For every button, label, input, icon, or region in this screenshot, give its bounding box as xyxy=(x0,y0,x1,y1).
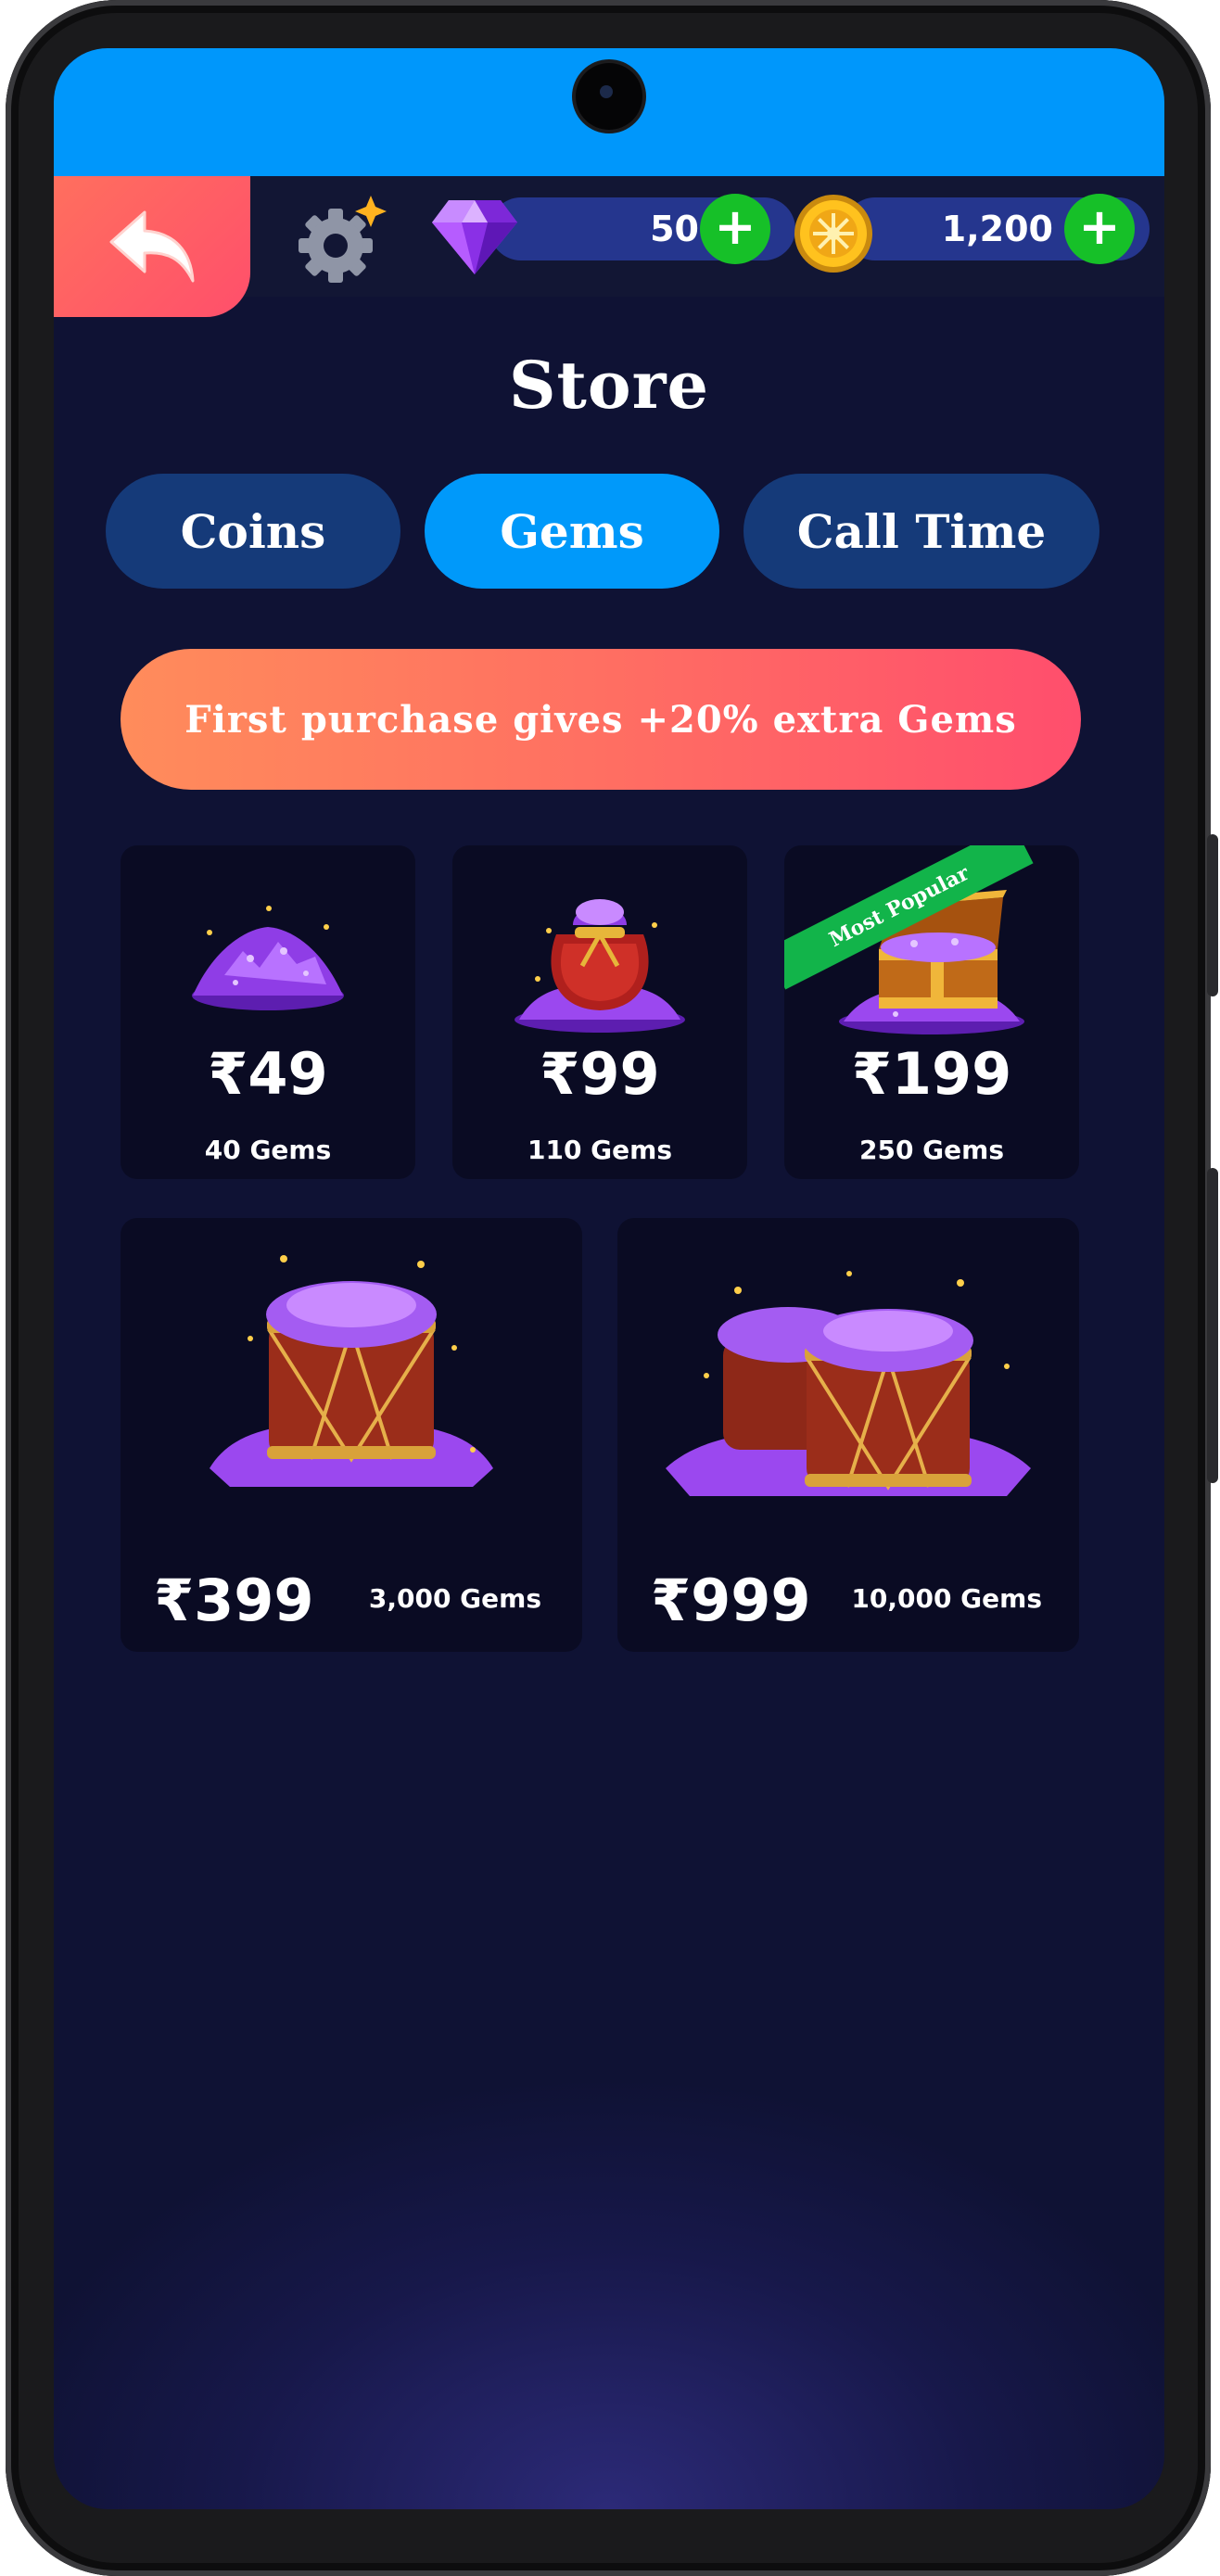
page-title: Store xyxy=(509,347,709,424)
add-gems-button[interactable]: + xyxy=(700,194,770,264)
coins-balance: 1,200 xyxy=(941,209,1053,249)
pack-quantity: 10,000 Gems xyxy=(851,1583,1042,1614)
app-viewport: 50 + 1,200 + Store Coins Gems Call Time … xyxy=(54,48,1164,2509)
pack-quantity: 110 Gems xyxy=(527,1135,672,1165)
back-arrow-icon xyxy=(109,210,195,283)
gem-pack-card[interactable]: ₹99 110 Gems xyxy=(452,845,747,1179)
gem-drum-icon xyxy=(210,1255,493,1487)
pack-price: ₹199 xyxy=(851,1040,1012,1108)
gem-pile-icon xyxy=(192,906,344,1010)
gem-pack-card[interactable]: ₹999 10,000 Gems xyxy=(617,1218,1079,1652)
pack-price: ₹399 xyxy=(154,1567,314,1634)
pack-quantity: 40 Gems xyxy=(204,1135,332,1165)
gem-drums-icon xyxy=(666,1271,1031,1496)
pack-price: ₹49 xyxy=(208,1040,328,1108)
gems-balance: 50 xyxy=(650,209,699,249)
tab-coins[interactable]: Coins xyxy=(106,474,400,589)
back-button[interactable] xyxy=(54,176,250,317)
tab-gems[interactable]: Gems xyxy=(425,474,719,589)
pack-price: ₹999 xyxy=(651,1567,811,1634)
add-coins-button[interactable]: + xyxy=(1064,194,1135,264)
gem-pack-card[interactable]: ₹399 3,000 Gems xyxy=(121,1218,582,1652)
coin-icon xyxy=(794,195,872,273)
gem-pack-card[interactable]: ₹49 40 Gems xyxy=(121,845,415,1179)
volume-button xyxy=(1207,834,1218,996)
tab-call-time[interactable]: Call Time xyxy=(743,474,1099,589)
gem-icon xyxy=(432,200,517,274)
power-button xyxy=(1207,1168,1218,1483)
pack-quantity: 250 Gems xyxy=(858,1135,1004,1165)
gear-icon[interactable] xyxy=(297,194,389,286)
first-purchase-banner: First purchase gives +20% extra Gems xyxy=(121,649,1081,790)
gem-pack-card[interactable]: Most Popular ₹199 250 Gems xyxy=(784,845,1079,1179)
gem-pouch-icon xyxy=(515,899,685,1033)
pack-price: ₹99 xyxy=(540,1040,660,1108)
pack-quantity: 3,000 Gems xyxy=(368,1583,541,1614)
